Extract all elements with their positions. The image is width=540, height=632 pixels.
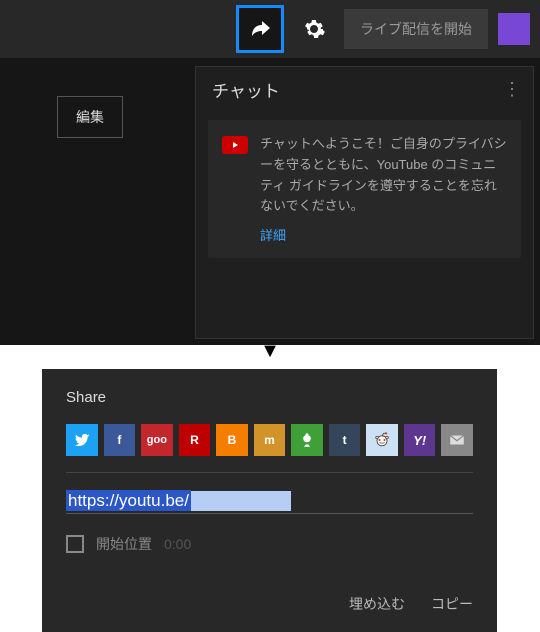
share-url-field[interactable]: https://youtu.be/ (66, 491, 473, 514)
tumblr-icon[interactable]: t (329, 424, 361, 456)
rakuten-icon[interactable]: R (179, 424, 211, 456)
chat-welcome-message: チャットへようこそ！ご自身のプライバシーを守るとともに、YouTube のコミュ… (208, 120, 521, 258)
sidebar: 編集 (0, 58, 195, 345)
twitter-icon[interactable] (66, 424, 98, 456)
copy-button[interactable]: コピー (431, 594, 473, 614)
goo-icon[interactable]: goo (141, 424, 173, 456)
reddit-icon[interactable] (366, 424, 398, 456)
facebook-icon[interactable]: f (104, 424, 136, 456)
chat-more-button[interactable]: ⋮ (503, 79, 521, 100)
start-live-button[interactable]: ライブ配信を開始 (344, 9, 488, 49)
edit-button[interactable]: 編集 (57, 96, 123, 138)
yahoo-icon[interactable]: Y! (404, 424, 436, 456)
ameba-icon[interactable] (291, 424, 323, 456)
chat-panel: チャット ⋮ チャットへようこそ！ご自身のプライバシーを守るとともに、YouTu… (195, 66, 534, 339)
studio-window: ライブ配信を開始 編集 チャット ⋮ チャットへようこそ！ご自身のプライバシーを… (0, 0, 540, 345)
share-url-visible: https://youtu.be/ (66, 490, 191, 511)
share-arrow-icon (248, 17, 272, 41)
gear-icon (302, 17, 326, 41)
embed-button[interactable]: 埋め込む (349, 594, 405, 614)
youtube-icon (222, 136, 248, 154)
chat-welcome-text: チャットへようこそ！ご自身のプライバシーを守るとともに、YouTube のコミュ… (260, 134, 507, 217)
mixi-icon[interactable]: m (254, 424, 286, 456)
share-services-row: f goo R B m t Y! (66, 424, 473, 456)
share-dialog-title: Share (66, 389, 473, 406)
share-dialog: Share f goo R B m t Y! https://youtu.be/… (42, 369, 497, 632)
mail-icon[interactable] (441, 424, 473, 456)
chat-title: チャット (212, 77, 280, 102)
start-position-time: 0:00 (164, 536, 191, 552)
avatar[interactable] (498, 13, 530, 45)
chat-details-link[interactable]: 詳細 (260, 225, 507, 244)
start-position-checkbox[interactable] (66, 535, 84, 553)
settings-button[interactable] (294, 9, 334, 49)
top-header: ライブ配信を開始 (0, 0, 540, 58)
blogger-icon[interactable]: B (216, 424, 248, 456)
share-url-obscured (191, 491, 291, 511)
start-position-label: 開始位置 (96, 534, 152, 554)
share-icon-button[interactable] (236, 5, 284, 53)
